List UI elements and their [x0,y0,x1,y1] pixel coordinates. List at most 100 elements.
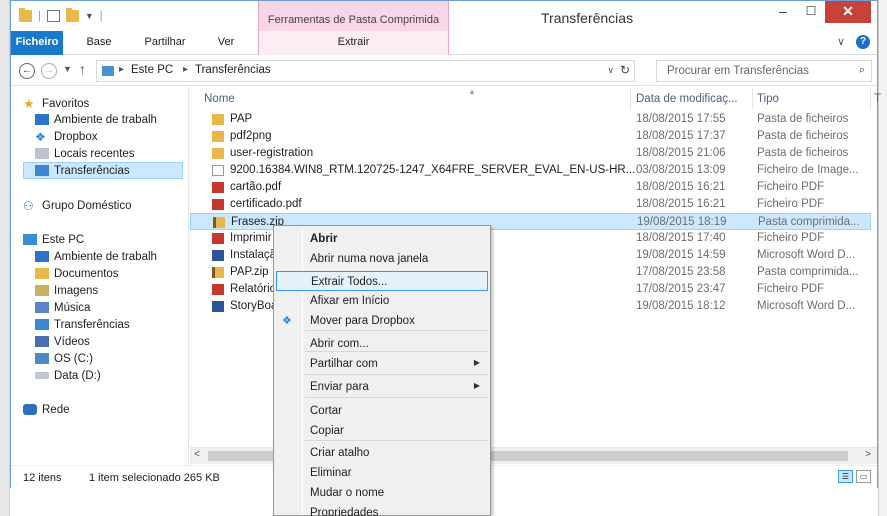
column-header-date[interactable]: Data de modificaç... [636,93,738,105]
properties-icon[interactable] [46,10,60,22]
maximize-button[interactable]: ☐ [797,1,825,23]
folder-icon [212,131,224,142]
help-icon[interactable]: ? [856,35,870,49]
file-name: PAP [230,113,253,125]
column-header-size[interactable]: T [874,93,881,105]
menu-item-label: Mudar o nome [310,487,385,499]
nav-drive-c[interactable]: OS (C:) [35,350,93,367]
menu-item-cortar[interactable]: Cortar [276,401,488,421]
file-row[interactable]: 9200.16384.WIN8_RTM.120725-1247_X64FRE_S… [190,162,871,179]
sort-ascending-icon: ▲ [468,87,476,96]
menu-item-criar-atalho[interactable]: Criar atalho [276,443,488,463]
breadcrumb-arrow-icon[interactable]: ▸ [119,64,124,75]
column-divider[interactable] [752,89,753,109]
menu-item-eliminar[interactable]: Eliminar [276,463,488,483]
menu-item-copiar[interactable]: Copiar [276,421,488,441]
file-name: PAP.zip [230,266,269,278]
file-type: Microsoft Word D... [757,249,856,261]
file-row[interactable]: pdf2png 18/08/2015 17:37 Pasta de ficheiro… [190,128,871,145]
menu-item-propriedades[interactable]: Propriedades [276,503,488,516]
search-icon[interactable]: ⌕ [859,64,865,77]
nav-this-pc[interactable]: Este PC [23,231,84,248]
nav-videos[interactable]: Vídeos [35,333,90,350]
drive-icon [35,372,49,379]
recent-locations-icon[interactable]: ▼ [63,64,72,74]
file-date: 18/08/2015 16:21 [636,181,726,193]
address-bar[interactable]: ▸ Este PC ▸ Transferências ∨ ↻ [96,60,635,82]
menu-item-partilhar-com[interactable]: Partilhar com ▶ [276,354,488,374]
nav-recent-places[interactable]: Locais recentes [35,145,135,162]
close-button[interactable]: ✕ [825,1,871,23]
file-row[interactable]: certificado.pdf 18/08/2015 16:21 Ficheiro … [190,196,871,213]
minimize-button[interactable]: – [769,1,797,23]
nav-favorites[interactable]: ★ Favoritos [23,95,89,112]
desktop-icon [35,251,49,262]
tab-view[interactable]: Ver [211,31,241,55]
search-input[interactable]: Procurar em Transferências [667,65,809,77]
nav-label: Vídeos [54,335,90,348]
windows-drive-icon [35,353,49,364]
file-date: 18/08/2015 21:06 [636,147,726,159]
nav-network[interactable]: Rede [23,401,70,418]
menu-item-label: Abrir com... [310,338,369,350]
file-type: Pasta de ficheiros [757,147,849,159]
column-header-name[interactable]: Nome [204,93,235,105]
folder-icon[interactable] [19,8,32,22]
tab-extract[interactable]: Extrair [258,31,449,55]
navigation-pane: ★ Favoritos Ambiente de trabalh ❖ Dropbox … [11,87,189,465]
chevron-down-icon[interactable]: ▼ [85,11,94,21]
menu-item-enviar-para[interactable]: Enviar para ▶ [276,377,488,397]
nav-dropbox[interactable]: ❖ Dropbox [35,128,97,145]
nav-label: Ambiente de trabalh [54,113,157,126]
refresh-icon[interactable]: ↻ [620,63,630,77]
tab-file[interactable]: Ficheiro [11,31,63,55]
address-dropdown-icon[interactable]: ∨ [607,65,614,76]
nav-drive-d[interactable]: Data (D:) [35,367,101,384]
menu-item-mudar-o-nome[interactable]: Mudar o nome [276,483,488,503]
desktop-icon [35,114,49,125]
nav-pc-desktop[interactable]: Ambiente de trabalh [35,248,157,265]
nav-documents[interactable]: Documentos [35,265,119,282]
menu-item-label: Copiar [310,425,344,437]
menu-item-mover-para-dropbox[interactable]: ❖ Mover para Dropbox [276,311,488,331]
menu-item-abrir[interactable]: Abrir [276,229,488,249]
file-row[interactable]: cartão.pdf 18/08/2015 16:21 Ficheiro PDF [190,179,871,196]
tab-share[interactable]: Partilhar [136,31,194,55]
tab-home[interactable]: Base [79,31,119,55]
forward-button[interactable]: → [41,63,57,79]
computer-icon [23,234,37,245]
back-button[interactable]: ← [19,63,35,79]
file-row[interactable]: user-registration 18/08/2015 21:06 Pasta d… [190,145,871,162]
menu-item-extrair-todos[interactable]: Extrair Todos... [276,271,488,291]
nav-label: Grupo Doméstico [42,199,132,212]
details-view-icon[interactable]: ☰ [838,470,853,483]
menu-item-afixar-em-in-cio[interactable]: Afixar em Início [276,291,488,311]
nav-label: Imagens [54,284,99,297]
breadcrumb-downloads[interactable]: Transferências [195,64,271,76]
nav-pc-downloads[interactable]: Transferências [35,316,130,333]
nav-homegroup[interactable]: ⚇ Grupo Doméstico [23,197,131,214]
breadcrumb-arrow-icon[interactable]: ▸ [183,64,188,75]
nav-desktop[interactable]: Ambiente de trabalh [35,111,157,128]
pdf-icon [212,199,224,210]
scroll-right-icon[interactable]: > [865,449,871,460]
toolbar-divider: | [99,10,103,22]
menu-item-abrir-numa-nova-janela[interactable]: Abrir numa nova janela [276,249,488,269]
nav-pictures[interactable]: Imagens [35,282,98,299]
submenu-arrow-icon: ▶ [473,358,480,367]
column-divider[interactable] [630,89,631,109]
file-row[interactable]: PAP 18/08/2015 17:55 Pasta de ficheiros [190,111,871,128]
expand-ribbon-icon[interactable]: ∨ [837,35,845,48]
column-header-type[interactable]: Tipo [757,93,779,105]
nav-downloads-favorite[interactable]: Transferências [23,162,183,179]
file-type: Microsoft Word D... [757,300,856,312]
nav-music[interactable]: Música [35,299,90,316]
compressed-folder-tools-tab: Ferramentas de Pasta Comprimida [258,1,449,31]
search-box[interactable]: Procurar em Transferências ⌕ [656,60,872,82]
up-button[interactable]: ↑ [79,61,86,77]
breadcrumb-this-pc[interactable]: Este PC [131,64,173,76]
new-folder-icon[interactable] [65,8,79,22]
large-icons-view-icon[interactable]: ▭ [856,470,871,483]
column-divider[interactable] [870,89,871,109]
scroll-left-icon[interactable]: < [194,449,200,460]
